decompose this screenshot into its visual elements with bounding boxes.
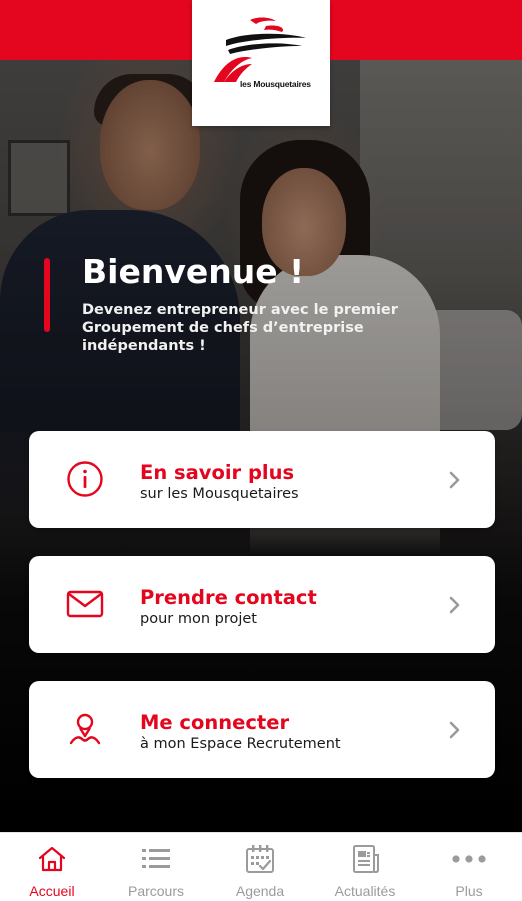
list-icon <box>142 849 170 868</box>
card-me-connecter[interactable]: Me connecter à mon Espace Recrutement <box>29 681 495 778</box>
chevron-right-icon <box>449 471 460 489</box>
welcome-subtitle: Devenez entrepreneur avec le premier Gro… <box>82 302 398 354</box>
card-subtitle: à mon Espace Recrutement <box>140 736 341 752</box>
tab-label: Plus <box>455 883 483 899</box>
bottom-tab-bar: Accueil Parcours Agenda Actualités Plus <box>0 832 522 901</box>
welcome-accent-bar <box>44 258 50 332</box>
tab-plus[interactable]: Plus <box>417 833 521 901</box>
card-subtitle: sur les Mousquetaires <box>140 486 299 502</box>
user-location-icon <box>69 713 101 745</box>
card-title: Me connecter <box>140 711 290 734</box>
tab-label: Accueil <box>29 883 75 899</box>
tab-agenda[interactable]: Agenda <box>208 833 312 901</box>
tab-actualites[interactable]: Actualités <box>313 833 417 901</box>
card-title: Prendre contact <box>140 586 317 609</box>
home-icon <box>38 846 66 872</box>
tab-label: Parcours <box>127 883 185 899</box>
chevron-right-icon <box>449 721 460 739</box>
card-title: En savoir plus <box>140 461 295 484</box>
brand-logo-text: les Mousquetaires <box>240 79 311 89</box>
chevron-right-icon <box>449 596 460 614</box>
card-subtitle: pour mon projet <box>140 611 257 627</box>
card-en-savoir-plus[interactable]: En savoir plus sur les Mousquetaires <box>29 431 495 528</box>
brand-logo: les Mousquetaires <box>192 0 330 126</box>
tab-label: Agenda <box>235 883 285 899</box>
card-prendre-contact[interactable]: Prendre contact pour mon projet <box>29 556 495 653</box>
news-icon <box>353 845 379 873</box>
more-icon <box>452 855 486 863</box>
welcome-title: Bienvenue ! <box>82 252 305 291</box>
tab-label: Actualités <box>334 883 396 899</box>
info-icon <box>67 461 103 497</box>
mail-icon <box>66 590 104 618</box>
tab-accueil[interactable]: Accueil <box>0 833 104 901</box>
calendar-icon <box>246 845 274 873</box>
tab-parcours[interactable]: Parcours <box>104 833 208 901</box>
